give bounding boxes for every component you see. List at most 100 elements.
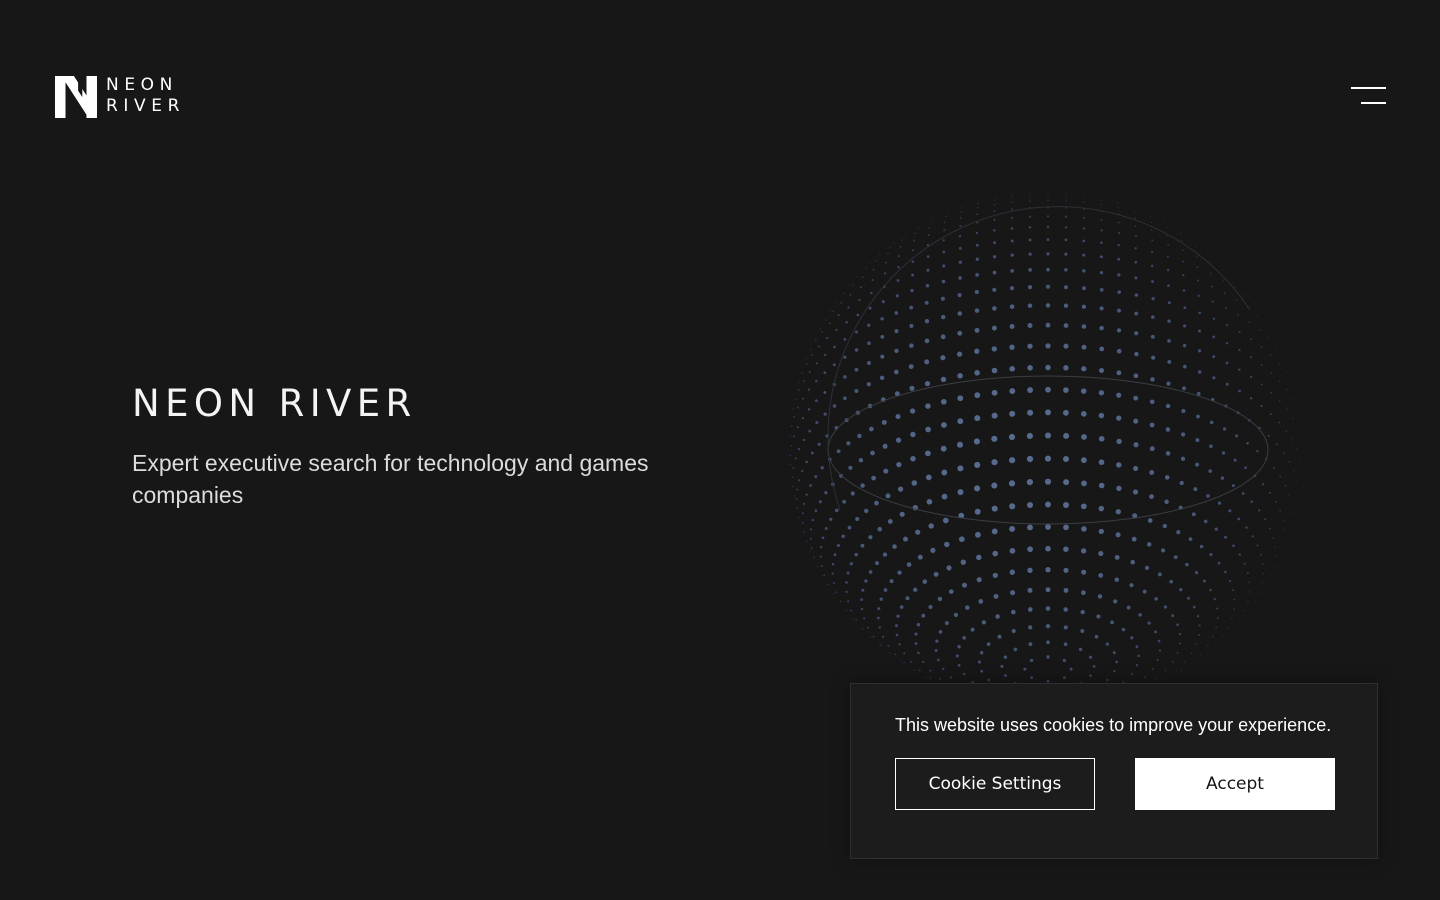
globe-dot	[1182, 386, 1186, 391]
globe-dot	[870, 291, 873, 295]
globe-dot	[1238, 553, 1241, 556]
globe-dot	[1196, 414, 1200, 419]
globe-dot	[1080, 629, 1085, 633]
globe-dot	[1080, 548, 1087, 554]
globe-dot	[1065, 192, 1067, 194]
globe-dot	[883, 272, 887, 275]
globe-dot	[836, 449, 841, 454]
globe-dot	[1045, 343, 1051, 349]
globe-dot	[903, 661, 905, 664]
cookie-banner: This website uses cookies to improve you…	[850, 683, 1378, 859]
globe-dot	[910, 288, 914, 293]
globe-dot	[904, 234, 907, 236]
globe-dot	[1206, 494, 1210, 498]
globe-dot	[1209, 588, 1212, 592]
globe-dot	[1274, 555, 1276, 558]
globe-dot	[976, 206, 979, 209]
globe-dot	[1242, 284, 1244, 286]
globe-dot	[978, 599, 984, 604]
cookie-settings-button[interactable]: Cookie Settings	[895, 758, 1095, 810]
globe-dot	[1178, 642, 1182, 645]
globe-dot	[818, 500, 822, 504]
globe-dot	[1192, 605, 1196, 609]
globe-dot	[1279, 475, 1282, 478]
globe-dot	[1169, 579, 1173, 584]
globe-dot	[1293, 372, 1295, 374]
globe-dot	[1029, 658, 1034, 663]
globe-dot	[1197, 370, 1202, 374]
globe-dot	[1134, 225, 1137, 227]
globe-dot	[877, 607, 881, 611]
globe-dot	[1069, 667, 1073, 671]
globe-dot	[1097, 594, 1103, 599]
globe-dot	[975, 273, 979, 277]
globe-dot	[1209, 444, 1213, 449]
globe-dot	[906, 562, 912, 567]
logo-link[interactable]: NEON RIVER	[55, 76, 180, 118]
globe-dot	[835, 591, 838, 594]
globe-dot	[794, 457, 797, 460]
globe-dot	[1165, 226, 1168, 229]
globe-dot	[1013, 647, 1018, 652]
globe-dot	[820, 565, 823, 567]
globe-dot	[1195, 660, 1197, 662]
globe-dot	[1283, 354, 1285, 356]
globe-dot	[993, 203, 996, 206]
globe-dot	[1150, 229, 1153, 232]
globe-dot	[957, 330, 963, 336]
globe-dot	[1228, 509, 1232, 513]
globe-dot	[1118, 231, 1121, 235]
globe-dot	[1063, 479, 1070, 486]
globe-dot	[1241, 492, 1245, 495]
globe-dot	[974, 392, 981, 399]
globe-dot	[1027, 323, 1033, 328]
globe-dot	[1248, 591, 1251, 593]
globe-dot	[1210, 285, 1213, 288]
globe-dot	[1011, 201, 1013, 204]
accept-cookies-button[interactable]: Accept	[1135, 758, 1335, 810]
globe-dot	[1080, 503, 1087, 510]
globe-dot	[815, 421, 819, 424]
globe-dot	[1214, 527, 1218, 531]
globe-dot	[1010, 590, 1016, 596]
globe-dot	[1151, 251, 1154, 254]
globe-dot	[1030, 676, 1033, 679]
globe-dot	[1063, 607, 1068, 612]
globe-dot	[880, 354, 885, 359]
globe-dot	[992, 572, 998, 579]
globe-dot	[832, 310, 834, 313]
globe-dot	[796, 507, 798, 510]
globe-dot	[1106, 678, 1109, 682]
globe-dot	[1047, 194, 1049, 197]
globe-dot	[817, 442, 821, 446]
globe-dot	[991, 367, 998, 374]
globe-dot	[1182, 289, 1186, 292]
globe-dot	[1278, 362, 1280, 365]
globe-dot	[925, 450, 931, 457]
globe-dot	[1224, 307, 1227, 310]
globe-dot	[1063, 387, 1069, 393]
globe-dot	[1130, 636, 1134, 640]
globe-dot	[1149, 215, 1151, 218]
globe-dot	[1296, 381, 1298, 383]
globe-dot	[1284, 528, 1286, 531]
hamburger-menu-icon[interactable]	[1350, 86, 1386, 106]
globe-dot	[1045, 623, 1051, 629]
globe-dot	[885, 493, 891, 499]
globe-dot	[835, 328, 838, 332]
globe-dot	[789, 463, 792, 466]
globe-dot	[843, 292, 845, 295]
globe-dot	[860, 598, 863, 601]
globe-dot	[1080, 388, 1087, 394]
globe-dot	[860, 543, 865, 548]
globe-dot	[1116, 415, 1122, 421]
globe-dot	[818, 345, 821, 348]
globe-dot	[992, 287, 997, 292]
globe-dot	[790, 444, 793, 447]
globe-dot	[1027, 343, 1033, 349]
globe-dot	[1155, 677, 1157, 680]
globe-dot	[1195, 438, 1200, 443]
globe-dot	[1207, 252, 1209, 255]
globe-dot	[1133, 418, 1139, 424]
globe-dot	[993, 241, 997, 245]
